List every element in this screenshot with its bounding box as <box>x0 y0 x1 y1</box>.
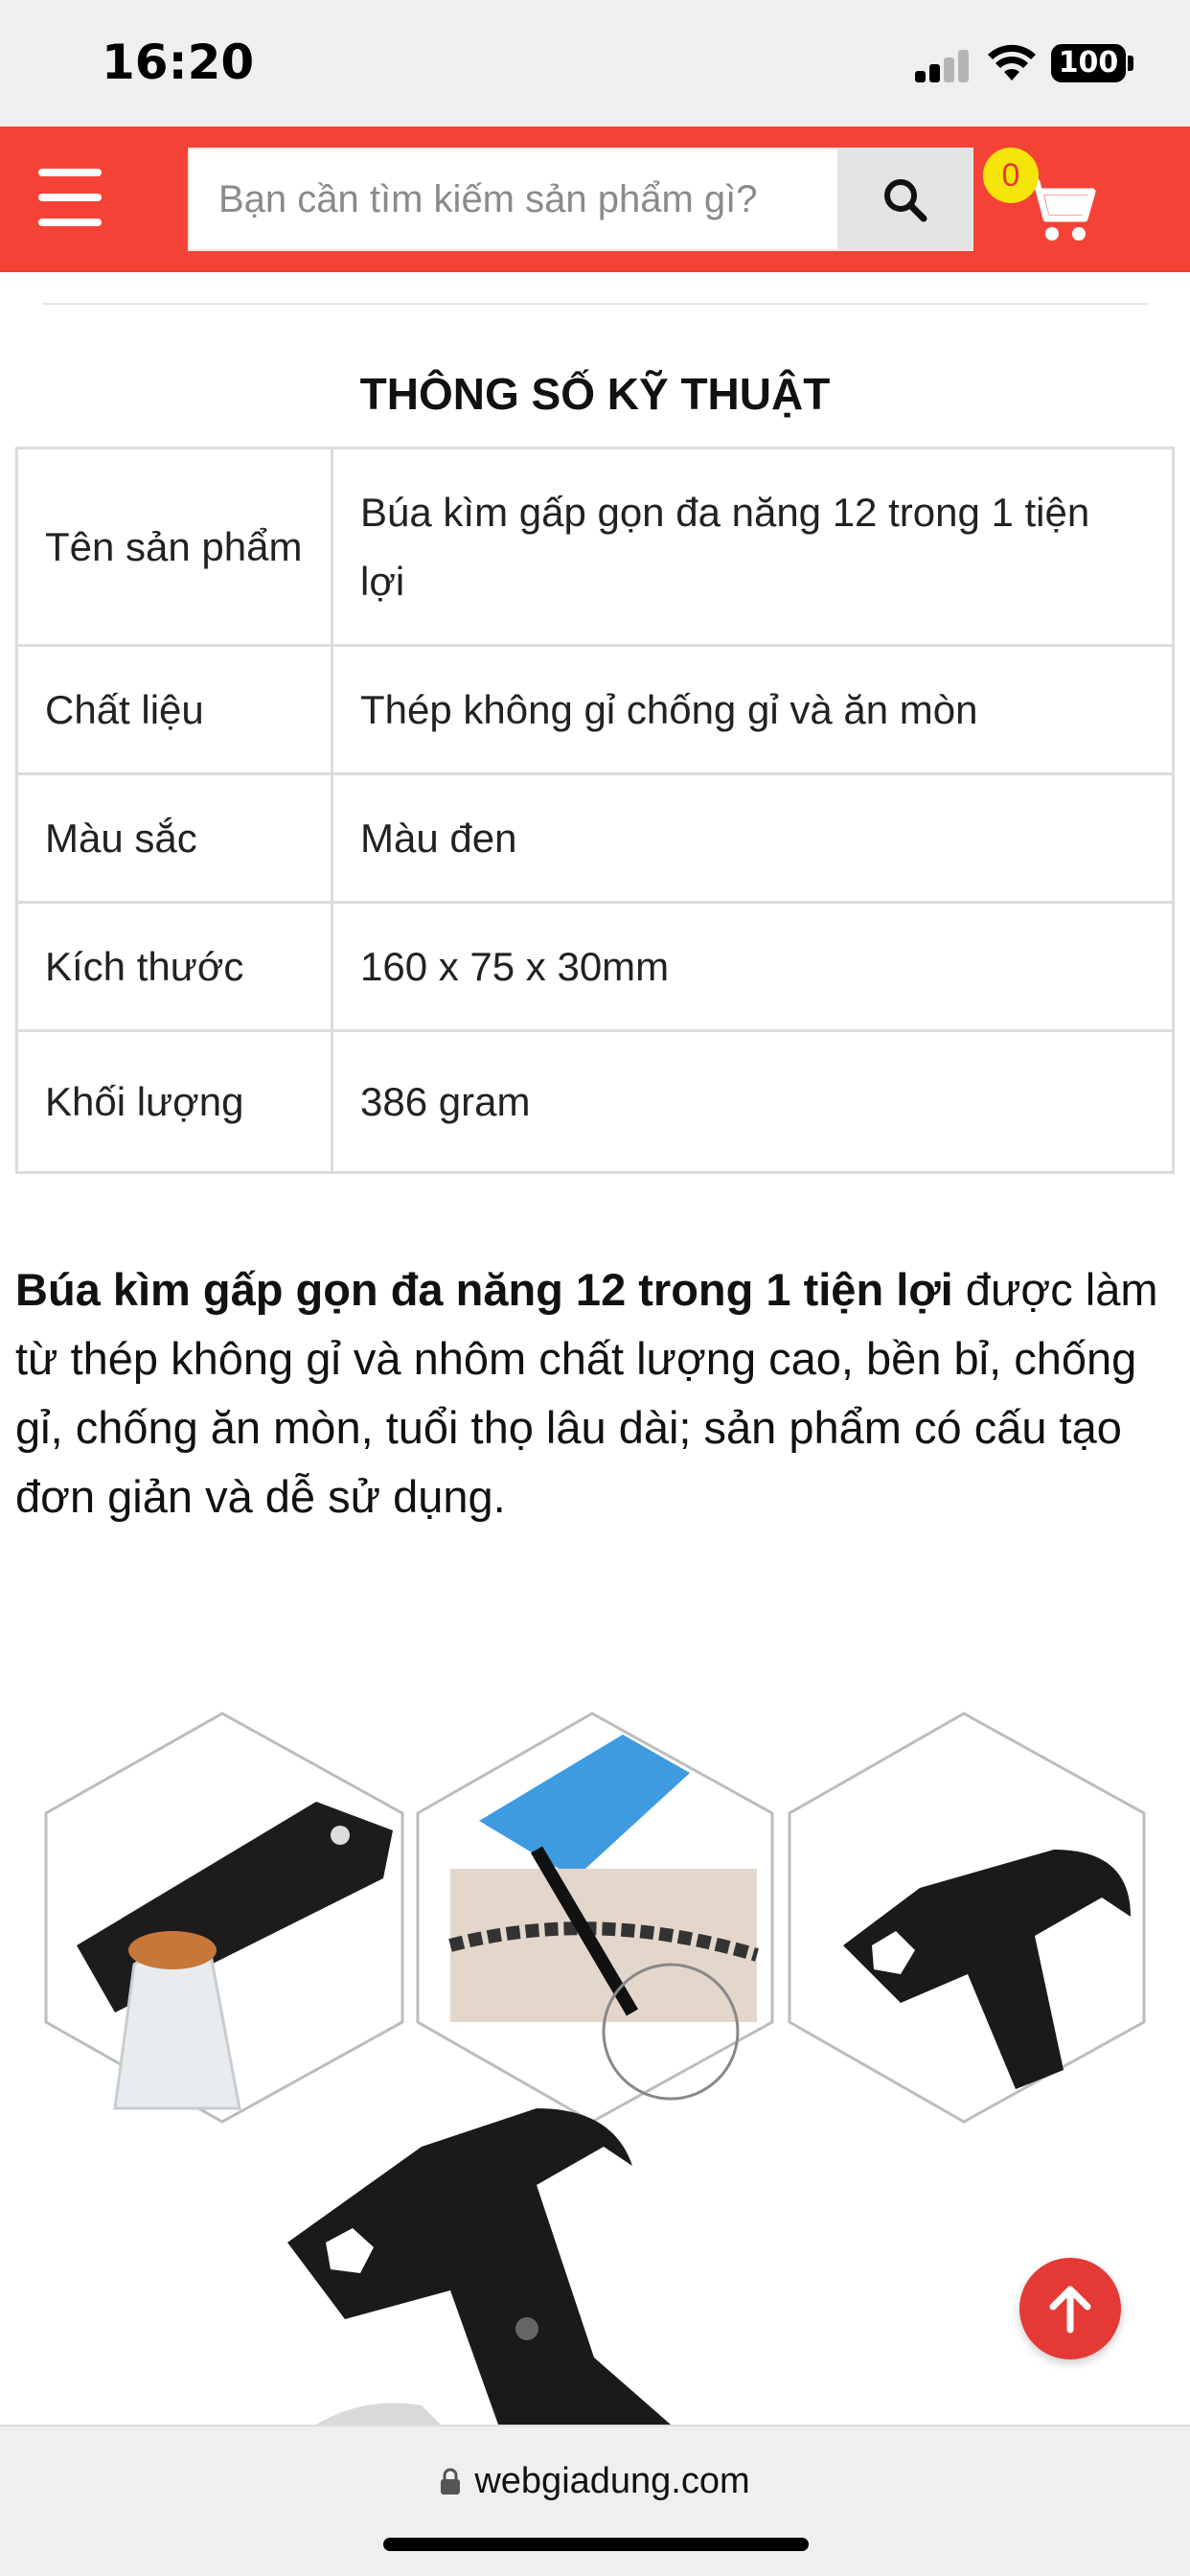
divider <box>42 303 1148 305</box>
spec-table: Tên sản phẩm Búa kìm gấp gọn đa năng 12 … <box>15 447 1175 1174</box>
spec-value: 160 x 75 x 30mm <box>331 901 1175 1032</box>
table-row: Kích thước 160 x 75 x 30mm <box>15 901 1175 1032</box>
browser-url-bar[interactable]: webgiadung.com <box>0 2425 1190 2576</box>
table-row: Khối lượng 386 gram <box>15 1029 1175 1174</box>
spec-label: Khối lượng <box>15 1029 333 1174</box>
product-image <box>44 1712 1146 2425</box>
product-description: Búa kìm gấp gọn đa năng 12 trong 1 tiện … <box>15 1255 1177 1531</box>
battery-icon: 100 <box>1051 44 1126 82</box>
product-name-bold: Búa kìm gấp gọn đa năng 12 trong 1 tiện … <box>15 1264 953 1315</box>
table-row: Chất liệu Thép không gỉ chống gỉ và ăn m… <box>15 644 1175 775</box>
search-box <box>188 148 973 251</box>
search-input[interactable] <box>190 150 835 249</box>
status-time: 16:20 <box>102 34 255 90</box>
url-text: webgiadung.com <box>474 2461 750 2501</box>
spec-value: Thép không gỉ chống gỉ và ăn mòn <box>331 644 1175 775</box>
spec-value: 386 gram <box>331 1029 1175 1174</box>
page: 16:20 100 Bạn cần tìm kiếm sản phẩm gì? … <box>0 0 1190 2576</box>
table-row: Màu sắc Màu đen <box>15 772 1175 904</box>
cellular-signal-icon <box>915 50 969 82</box>
hamburger-icon[interactable] <box>38 169 102 226</box>
spec-label: Chất liệu <box>15 644 333 775</box>
wifi-icon <box>988 44 1036 80</box>
arrow-up-icon <box>1049 2286 1091 2334</box>
url-display[interactable]: webgiadung.com <box>0 2461 1190 2502</box>
site-header: 0 <box>0 126 1190 272</box>
spec-label: Tên sản phẩm <box>15 447 333 647</box>
spec-value: Màu đen <box>331 772 1175 904</box>
hex-bike-repair <box>416 1712 774 2124</box>
large-hammer-image <box>287 2108 671 2425</box>
search-icon <box>884 179 927 222</box>
spec-value: Búa kìm gấp gọn đa năng 12 trong 1 tiện … <box>331 447 1175 647</box>
spec-label: Kích thước <box>15 901 333 1032</box>
spec-label: Màu sắc <box>15 772 333 904</box>
lock-icon <box>441 2468 461 2495</box>
scroll-to-top-button[interactable] <box>1019 2258 1121 2359</box>
hex-hammer-head <box>788 1712 1146 2124</box>
battery-nub <box>1128 56 1133 71</box>
cart-button[interactable]: 0 <box>977 148 1102 253</box>
hex-bottle-opener <box>44 1712 404 2124</box>
status-bar: 16:20 100 <box>0 0 1190 126</box>
home-indicator <box>383 2538 809 2551</box>
spec-section-title: THÔNG SỐ KỸ THUẬT <box>359 369 831 419</box>
table-row: Tên sản phẩm Búa kìm gấp gọn đa năng 12 … <box>15 447 1175 647</box>
cart-count-badge: 0 <box>983 148 1039 203</box>
search-button[interactable] <box>837 150 972 249</box>
